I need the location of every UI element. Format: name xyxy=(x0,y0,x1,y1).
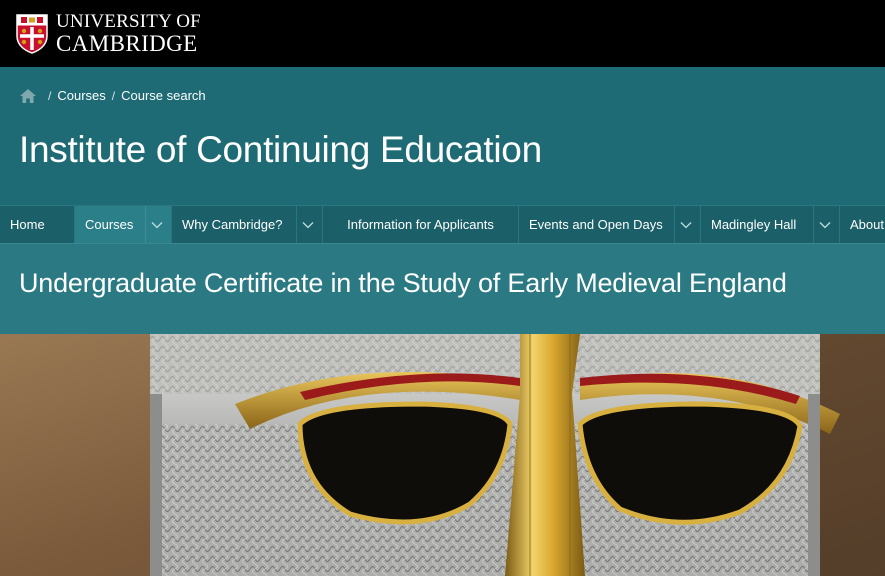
hero-image xyxy=(0,334,885,576)
nav-item-courses[interactable]: Courses xyxy=(75,206,172,243)
nav-item-events-open-days[interactable]: Events and Open Days xyxy=(519,206,701,243)
wordmark-line2: CAMBRIDGE xyxy=(56,31,198,56)
nav-item-label: Why Cambridge? xyxy=(182,217,283,232)
nav-why-cambridge-toggle[interactable] xyxy=(296,206,322,243)
nav-item-label: Madingley Hall xyxy=(711,217,797,232)
page-title: Undergraduate Certificate in the Study o… xyxy=(19,268,787,298)
nav-item-about[interactable]: About xyxy=(840,206,885,243)
site-title[interactable]: Institute of Continuing Education xyxy=(19,129,542,171)
nav-item-home[interactable]: Home xyxy=(0,206,75,243)
nav-item-label: Information for Applicants xyxy=(347,217,494,232)
breadcrumb-separator: / xyxy=(111,88,116,103)
nav-item-label: About xyxy=(850,217,884,232)
nav-item-label: Home xyxy=(10,217,45,232)
university-topbar: UNIVERSITY OF CAMBRIDGE xyxy=(0,0,885,67)
breadcrumb-separator: / xyxy=(48,88,52,103)
nav-item-madingley-hall[interactable]: Madingley Hall xyxy=(701,206,840,243)
chevron-down-icon xyxy=(680,221,692,228)
university-logo-link[interactable]: UNIVERSITY OF CAMBRIDGE xyxy=(16,12,201,55)
site-header: / Courses / Course search Institute of C… xyxy=(0,67,885,205)
breadcrumb-courses[interactable]: Courses xyxy=(57,88,105,103)
nav-item-why-cambridge[interactable]: Why Cambridge? xyxy=(172,206,323,243)
breadcrumb: / Courses / Course search xyxy=(20,88,206,103)
wordmark-line1: UNIVERSITY OF xyxy=(56,11,201,32)
nav-item-label: Courses xyxy=(85,217,134,232)
nav-item-information-for-applicants[interactable]: Information for Applicants xyxy=(323,206,519,243)
nav-events-toggle[interactable] xyxy=(674,206,700,243)
sutton-hoo-helmet-image xyxy=(0,334,885,576)
page-title-band: Undergraduate Certificate in the Study o… xyxy=(0,243,885,334)
university-wordmark: UNIVERSITY OF CAMBRIDGE xyxy=(56,12,201,55)
nav-courses-toggle[interactable] xyxy=(145,206,171,243)
main-nav: Home Courses Why Cambridge? Information … xyxy=(0,205,885,243)
nav-madingley-toggle[interactable] xyxy=(813,206,839,243)
chevron-down-icon xyxy=(819,221,831,228)
chevron-down-icon xyxy=(151,221,163,228)
cambridge-shield-icon xyxy=(16,13,48,54)
chevron-down-icon xyxy=(302,221,314,228)
breadcrumb-course-search[interactable]: Course search xyxy=(121,88,206,103)
nav-item-label: Events and Open Days xyxy=(529,217,663,232)
home-icon[interactable] xyxy=(20,88,36,103)
